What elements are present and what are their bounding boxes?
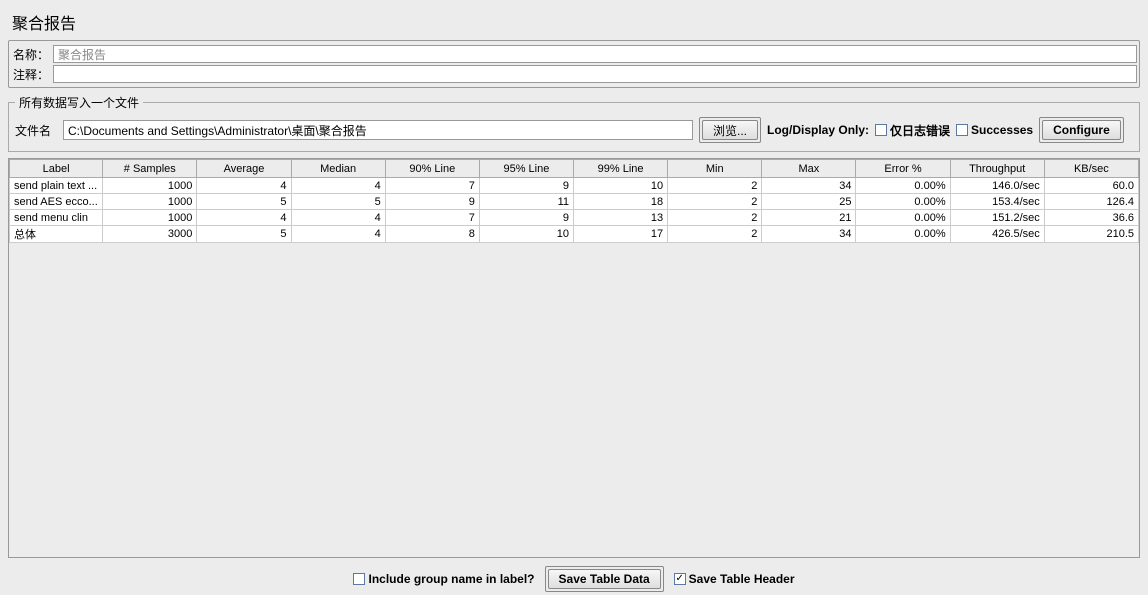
file-output-group: 所有数据写入一个文件 文件名 浏览... Log/Display Only: 仅… (8, 94, 1140, 152)
cell-kb: 126.4 (1044, 194, 1138, 210)
cell-p95: 11 (479, 194, 573, 210)
only-errors-checkbox[interactable]: 仅日志错误 (875, 122, 950, 139)
include-group-checkbox[interactable]: Include group name in label? (353, 572, 534, 586)
col-average[interactable]: Average (197, 160, 291, 178)
name-label: 名称： (11, 46, 53, 63)
checkbox-icon (353, 573, 365, 585)
cell-kb: 210.5 (1044, 226, 1138, 243)
cell-max: 21 (762, 210, 856, 226)
col-p90[interactable]: 90% Line (385, 160, 479, 178)
cell-max: 34 (762, 178, 856, 194)
cell-err: 0.00% (856, 178, 950, 194)
configure-button[interactable]: Configure (1042, 120, 1121, 140)
cell-p90: 7 (385, 210, 479, 226)
cell-median: 4 (291, 178, 385, 194)
cell-avg: 5 (197, 194, 291, 210)
cell-kb: 60.0 (1044, 178, 1138, 194)
successes-label: Successes (971, 123, 1033, 137)
col-label[interactable]: Label (10, 160, 103, 178)
cell-max: 34 (762, 226, 856, 243)
cell-p99: 13 (574, 210, 668, 226)
successes-checkbox[interactable]: Successes (956, 123, 1033, 137)
save-table-data-button[interactable]: Save Table Data (548, 569, 661, 589)
cell-median: 4 (291, 210, 385, 226)
table-row[interactable]: 总体300054810172340.00%426.5/sec210.5 (10, 226, 1139, 243)
cell-label: send menu clin (10, 210, 103, 226)
cell-err: 0.00% (856, 210, 950, 226)
name-input[interactable] (53, 45, 1137, 63)
results-table: Label # Samples Average Median 90% Line … (9, 159, 1139, 243)
cell-tp: 153.4/sec (950, 194, 1044, 210)
cell-err: 0.00% (856, 226, 950, 243)
comment-input[interactable] (53, 65, 1137, 83)
cell-samples: 1000 (103, 210, 197, 226)
table-row[interactable]: send plain text ...10004479102340.00%146… (10, 178, 1139, 194)
cell-p90: 7 (385, 178, 479, 194)
results-table-wrap: Label # Samples Average Median 90% Line … (8, 158, 1140, 558)
cell-label: send plain text ... (10, 178, 103, 194)
checkbox-icon (956, 124, 968, 136)
cell-min: 2 (668, 178, 762, 194)
cell-tp: 151.2/sec (950, 210, 1044, 226)
browse-button[interactable]: 浏览... (702, 120, 758, 140)
cell-median: 5 (291, 194, 385, 210)
configure-frame: Configure (1039, 117, 1124, 143)
col-max[interactable]: Max (762, 160, 856, 178)
table-row[interactable]: send menu clin10004479132210.00%151.2/se… (10, 210, 1139, 226)
cell-tp: 146.0/sec (950, 178, 1044, 194)
cell-err: 0.00% (856, 194, 950, 210)
cell-samples: 3000 (103, 226, 197, 243)
col-kbsec[interactable]: KB/sec (1044, 160, 1138, 178)
file-label: 文件名 (15, 122, 57, 139)
checkbox-checked-icon (674, 573, 686, 585)
cell-min: 2 (668, 194, 762, 210)
col-throughput[interactable]: Throughput (950, 160, 1044, 178)
col-error[interactable]: Error % (856, 160, 950, 178)
save-table-header-label: Save Table Header (689, 572, 795, 586)
cell-p95: 10 (479, 226, 573, 243)
cell-p99: 18 (574, 194, 668, 210)
name-comment-panel: 名称： 注释： (8, 40, 1140, 88)
browse-frame: 浏览... (699, 117, 761, 143)
cell-min: 2 (668, 210, 762, 226)
cell-max: 25 (762, 194, 856, 210)
log-display-label: Log/Display Only: (767, 123, 869, 137)
table-row[interactable]: send AES ecco...100055911182250.00%153.4… (10, 194, 1139, 210)
save-table-header-checkbox[interactable]: Save Table Header (674, 572, 795, 586)
col-min[interactable]: Min (668, 160, 762, 178)
col-p95[interactable]: 95% Line (479, 160, 573, 178)
cell-label: send AES ecco... (10, 194, 103, 210)
save-table-frame: Save Table Data (545, 566, 664, 592)
page-title: 聚合报告 (8, 8, 1140, 40)
cell-p90: 8 (385, 226, 479, 243)
include-group-label: Include group name in label? (368, 572, 534, 586)
file-output-legend: 所有数据写入一个文件 (15, 94, 143, 111)
cell-samples: 1000 (103, 194, 197, 210)
cell-samples: 1000 (103, 178, 197, 194)
cell-p99: 17 (574, 226, 668, 243)
cell-tp: 426.5/sec (950, 226, 1044, 243)
cell-avg: 5 (197, 226, 291, 243)
col-samples[interactable]: # Samples (103, 160, 197, 178)
col-p99[interactable]: 99% Line (574, 160, 668, 178)
only-errors-label: 仅日志错误 (890, 122, 950, 139)
cell-p95: 9 (479, 178, 573, 194)
file-input[interactable] (63, 120, 693, 140)
bottom-bar: Include group name in label? Save Table … (8, 558, 1140, 592)
cell-p95: 9 (479, 210, 573, 226)
comment-label: 注释： (11, 66, 53, 83)
checkbox-icon (875, 124, 887, 136)
cell-min: 2 (668, 226, 762, 243)
cell-kb: 36.6 (1044, 210, 1138, 226)
cell-avg: 4 (197, 210, 291, 226)
cell-median: 4 (291, 226, 385, 243)
cell-label: 总体 (10, 226, 103, 243)
table-header-row: Label # Samples Average Median 90% Line … (10, 160, 1139, 178)
col-median[interactable]: Median (291, 160, 385, 178)
cell-p99: 10 (574, 178, 668, 194)
cell-avg: 4 (197, 178, 291, 194)
cell-p90: 9 (385, 194, 479, 210)
